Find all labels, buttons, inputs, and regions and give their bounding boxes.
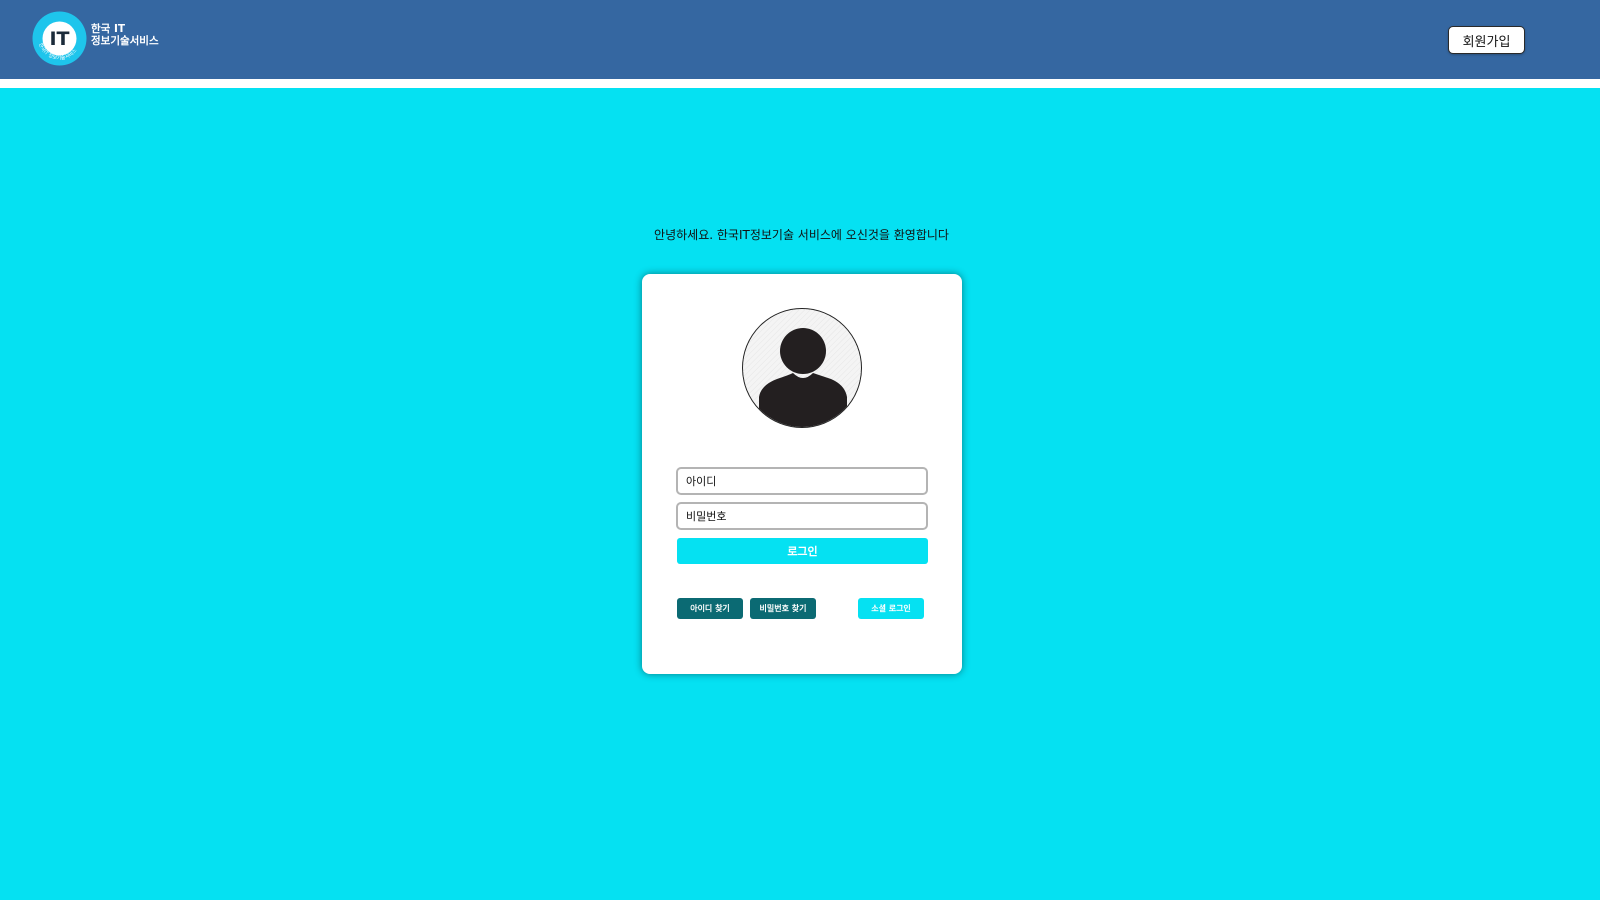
main-area: 안녕하세요. 한국IT정보기술 서비스에 오신것을 환영합니다 로그인 아이디 …: [0, 88, 1600, 900]
user-silhouette-icon: [742, 308, 862, 428]
logo-line-2: 정보기술서비스: [91, 35, 159, 47]
it-logo-icon[interactable]: IT 한국IT 정보기술서비스: [32, 11, 87, 66]
find-id-button[interactable]: 아이디 찾기: [677, 598, 743, 619]
login-button[interactable]: 로그인: [677, 538, 928, 564]
social-login-button[interactable]: 소셜 로그인: [858, 598, 924, 619]
top-header: IT 한국IT 정보기술서비스 한국 IT 정보기술서비스 회원가입: [0, 0, 1600, 79]
welcome-message: 안녕하세요. 한국IT정보기술 서비스에 오신것을 환영합니다: [654, 228, 949, 242]
signup-button[interactable]: 회원가입: [1448, 26, 1525, 54]
find-password-button[interactable]: 비밀번호 찾기: [750, 598, 816, 619]
login-card: 로그인 아이디 찾기 비밀번호 찾기 소셜 로그인: [642, 274, 962, 674]
logo-wordmark[interactable]: 한국 IT 정보기술서비스: [91, 23, 159, 47]
password-input[interactable]: [676, 502, 928, 530]
logo-line-1: 한국 IT: [91, 23, 126, 35]
logo-badge-text: IT: [49, 28, 69, 50]
header-divider: [0, 79, 1600, 88]
id-input[interactable]: [676, 467, 928, 495]
